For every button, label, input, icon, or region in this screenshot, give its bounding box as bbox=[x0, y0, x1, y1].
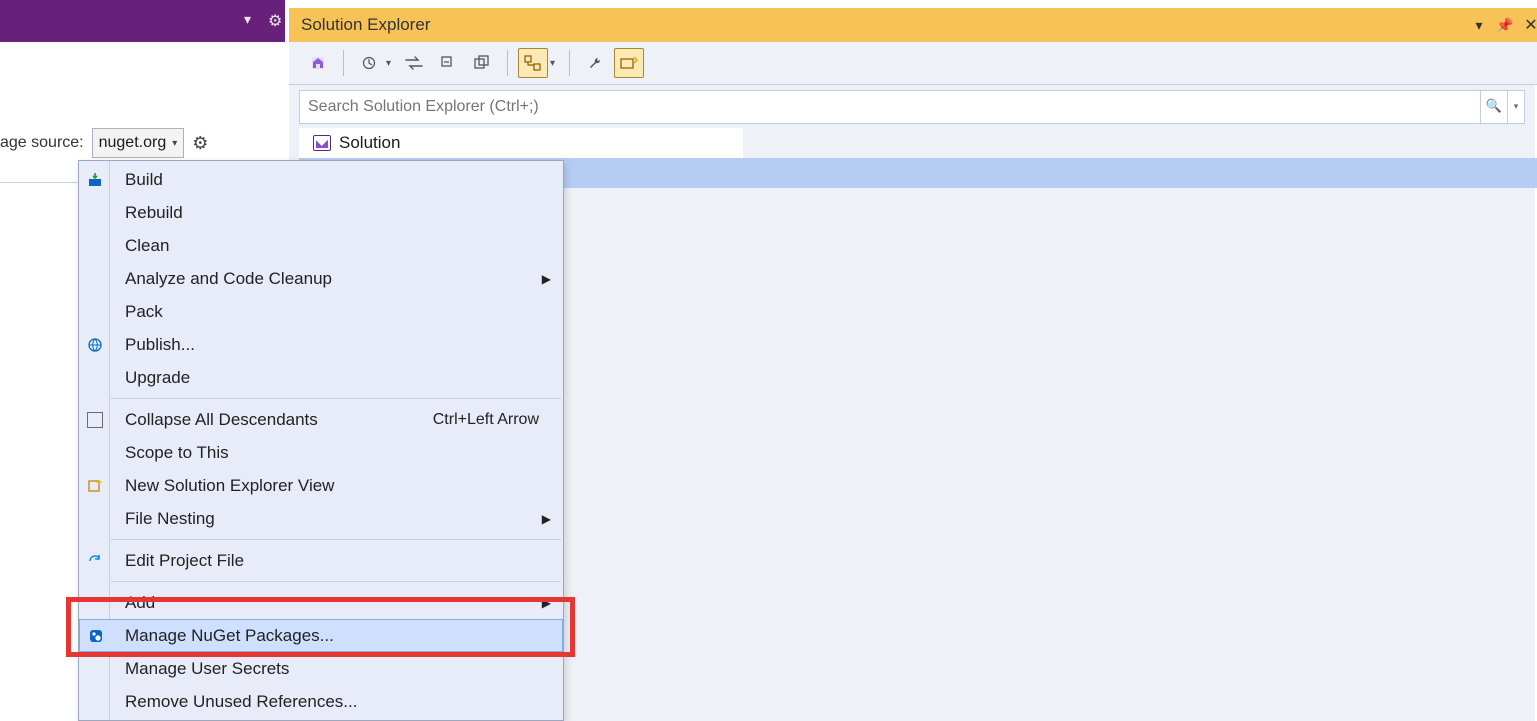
filter-dropdown-caret-icon[interactable]: ▾ bbox=[550, 58, 555, 69]
history-dropdown-caret-icon[interactable]: ▾ bbox=[386, 58, 391, 69]
menu-rebuild[interactable]: Rebuild bbox=[79, 196, 563, 229]
package-source-label: age source: bbox=[0, 134, 84, 152]
window-options-arrow-icon[interactable]: ▾ bbox=[244, 11, 251, 28]
menu-scope-to-this[interactable]: Scope to This bbox=[79, 436, 563, 469]
submenu-arrow-icon: ▶ bbox=[542, 272, 551, 286]
search-options-caret-icon[interactable]: ▾ bbox=[1507, 91, 1524, 123]
collapse-all-icon[interactable] bbox=[433, 48, 463, 78]
menu-analyze-cleanup[interactable]: Analyze and Code Cleanup ▶ bbox=[79, 262, 563, 295]
submenu-arrow-icon: ▶ bbox=[542, 512, 551, 526]
build-icon bbox=[85, 170, 105, 190]
menu-file-nesting[interactable]: File Nesting ▶ bbox=[79, 502, 563, 535]
window-position-dropdown-icon[interactable]: ▾ bbox=[1469, 15, 1489, 35]
properties-wrench-icon[interactable] bbox=[580, 48, 610, 78]
menu-add[interactable]: Add ▶ bbox=[79, 586, 563, 619]
history-back-icon[interactable] bbox=[354, 48, 384, 78]
search-icon[interactable]: 🔍 bbox=[1480, 91, 1507, 123]
menu-build[interactable]: Build bbox=[79, 163, 563, 196]
collapse-box-icon bbox=[87, 412, 103, 428]
menu-manage-nuget[interactable]: Manage NuGet Packages... bbox=[79, 619, 563, 652]
submenu-arrow-icon: ▶ bbox=[542, 596, 551, 610]
show-all-files-icon[interactable] bbox=[467, 48, 497, 78]
menu-separator bbox=[111, 581, 561, 582]
package-source-select[interactable]: nuget.org ▾ bbox=[92, 128, 185, 158]
menu-separator bbox=[111, 539, 561, 540]
panel-divider bbox=[0, 182, 78, 183]
search-input[interactable] bbox=[300, 98, 1480, 116]
project-context-menu: Build Rebuild Clean Analyze and Code Cle… bbox=[78, 160, 564, 721]
menu-manage-user-secrets[interactable]: Manage User Secrets bbox=[79, 652, 563, 685]
menu-separator bbox=[111, 398, 561, 399]
pin-icon[interactable]: 📌 bbox=[1495, 15, 1515, 35]
preview-selected-items-icon[interactable] bbox=[614, 48, 644, 78]
solution-explorer-search[interactable]: 🔍 ▾ bbox=[299, 90, 1525, 124]
solution-explorer-toolbar: ▾ ▾ bbox=[289, 42, 1537, 85]
solution-explorer-tab[interactable]: Solution Explorer ▾ 📌 ✕ bbox=[289, 8, 1537, 42]
menu-edit-project-file[interactable]: Edit Project File bbox=[79, 544, 563, 577]
globe-icon bbox=[85, 335, 105, 355]
settings-gear-icon[interactable]: ⚙ bbox=[268, 11, 282, 31]
package-source-value: nuget.org bbox=[99, 134, 167, 152]
menu-publish[interactable]: Publish... bbox=[79, 328, 563, 361]
menu-pack[interactable]: Pack bbox=[79, 295, 563, 328]
edit-arrow-icon bbox=[85, 551, 105, 571]
menu-remove-unused-refs[interactable]: Remove Unused References... bbox=[79, 685, 563, 718]
solution-explorer-title: Solution Explorer bbox=[301, 15, 430, 35]
package-source-settings-gear-icon[interactable]: ⚙ bbox=[192, 133, 208, 154]
close-icon[interactable]: ✕ bbox=[1521, 15, 1537, 35]
pending-changes-filter-icon[interactable] bbox=[518, 48, 548, 78]
home-icon[interactable] bbox=[303, 48, 333, 78]
menu-collapse-descendants[interactable]: Collapse All Descendants Ctrl+Left Arrow bbox=[79, 403, 563, 436]
dropdown-caret-icon: ▾ bbox=[172, 138, 177, 149]
sync-icon[interactable] bbox=[399, 48, 429, 78]
solution-node[interactable]: Solution bbox=[299, 128, 743, 158]
solution-icon bbox=[313, 135, 331, 151]
menu-upgrade[interactable]: Upgrade bbox=[79, 361, 563, 394]
new-view-icon bbox=[85, 476, 105, 496]
solution-label: Solution bbox=[339, 133, 400, 153]
menu-clean[interactable]: Clean bbox=[79, 229, 563, 262]
app-titlebar-fragment: ▾ ⚙ bbox=[0, 0, 285, 42]
menu-new-se-view[interactable]: New Solution Explorer View bbox=[79, 469, 563, 502]
nuget-package-icon bbox=[86, 626, 106, 646]
shortcut-label: Ctrl+Left Arrow bbox=[433, 411, 539, 429]
